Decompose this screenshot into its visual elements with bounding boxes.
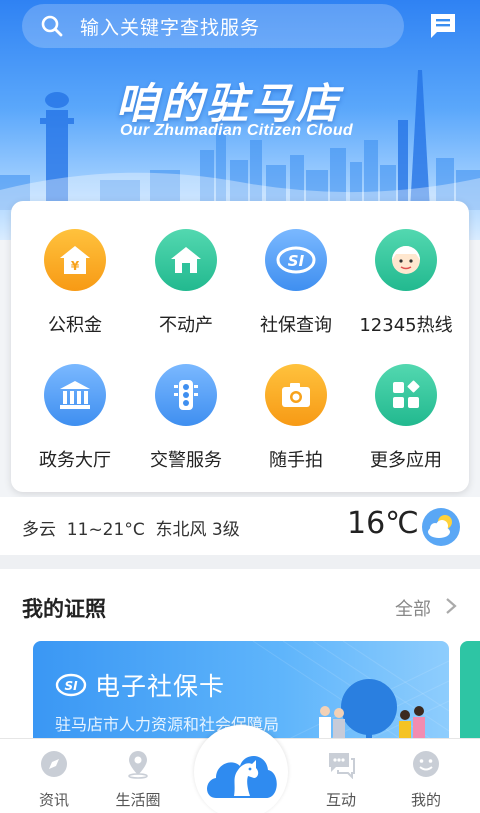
service-label: 政务大厅 [39, 450, 111, 471]
search-placeholder: 输入关键字查找服务 [80, 16, 261, 39]
service-real-estate[interactable]: 不动产 [131, 229, 241, 339]
svg-text:SI: SI [288, 252, 305, 270]
smiley-face-icon [413, 751, 439, 777]
service-social-security[interactable]: SI 社保查询 [241, 229, 351, 339]
service-more-apps[interactable]: 更多应用 [351, 364, 461, 474]
cloudy-sun-icon [422, 508, 460, 546]
svg-text:SI: SI [64, 679, 78, 693]
traffic-police-icon [155, 364, 217, 426]
service-hotline[interactable]: 12345热线 [351, 229, 461, 339]
social-security-icon: SI [265, 229, 327, 291]
weather-temperature: 16℃ [347, 506, 419, 541]
home-center-button[interactable] [194, 725, 288, 813]
search-icon [41, 15, 63, 37]
service-grid-card: ¥ 公积金 不动产 SI 社保查询 12345热线 政务大厅 交警服务 随手拍 … [11, 201, 469, 492]
service-label: 随手拍 [269, 450, 323, 471]
weather-bar[interactable]: 多云 11~21°C 东北风 3级 16℃ [0, 497, 480, 555]
tab-news[interactable]: 资讯 [14, 749, 94, 810]
section-title: 我的证照 [22, 597, 106, 621]
service-label: 更多应用 [370, 450, 442, 471]
tab-label: 互动 [325, 791, 356, 809]
tab-label: 生活圈 [115, 791, 161, 809]
message-icon[interactable] [427, 10, 459, 42]
government-hall-icon [44, 364, 106, 426]
service-label: 12345热线 [359, 315, 453, 336]
horse-cloud-logo-icon [207, 755, 277, 798]
service-government-hall[interactable]: 政务大厅 [20, 364, 130, 474]
social-security-logo-icon: SI [55, 673, 87, 697]
brand-subtitle: Our Zhumadian Citizen Cloud [120, 122, 353, 139]
service-label: 社保查询 [260, 315, 332, 336]
service-snapshot[interactable]: 随手拍 [241, 364, 351, 474]
service-housing-fund[interactable]: ¥ 公积金 [20, 229, 130, 339]
view-all-link[interactable]: 全部 [395, 595, 431, 621]
section-separator [0, 555, 480, 569]
search-bar[interactable]: 输入关键字查找服务 [22, 4, 404, 48]
compass-icon [41, 751, 67, 777]
tab-interaction[interactable]: 互动 [301, 749, 381, 810]
tab-mine[interactable]: 我的 [386, 749, 466, 810]
tab-label: 我的 [410, 791, 441, 809]
service-label: 交警服务 [150, 450, 222, 471]
chat-bubbles-icon [329, 753, 355, 780]
tab-life-circle[interactable]: 生活圈 [98, 749, 178, 810]
card-name: 电子社保卡 [95, 672, 226, 701]
housing-fund-icon: ¥ [44, 229, 106, 291]
service-label: 公积金 [48, 315, 102, 336]
location-pin-icon [128, 751, 148, 779]
service-traffic-police[interactable]: 交警服务 [131, 364, 241, 474]
chevron-right-icon[interactable] [444, 596, 458, 616]
service-label: 不动产 [159, 315, 213, 336]
weather-summary: 多云 11~21°C 东北风 3级 [22, 520, 240, 540]
real-estate-icon [155, 229, 217, 291]
svg-text:¥: ¥ [71, 259, 80, 273]
more-apps-icon [375, 364, 437, 426]
hotline-icon [375, 229, 437, 291]
tab-label: 资讯 [38, 791, 69, 809]
camera-icon [265, 364, 327, 426]
